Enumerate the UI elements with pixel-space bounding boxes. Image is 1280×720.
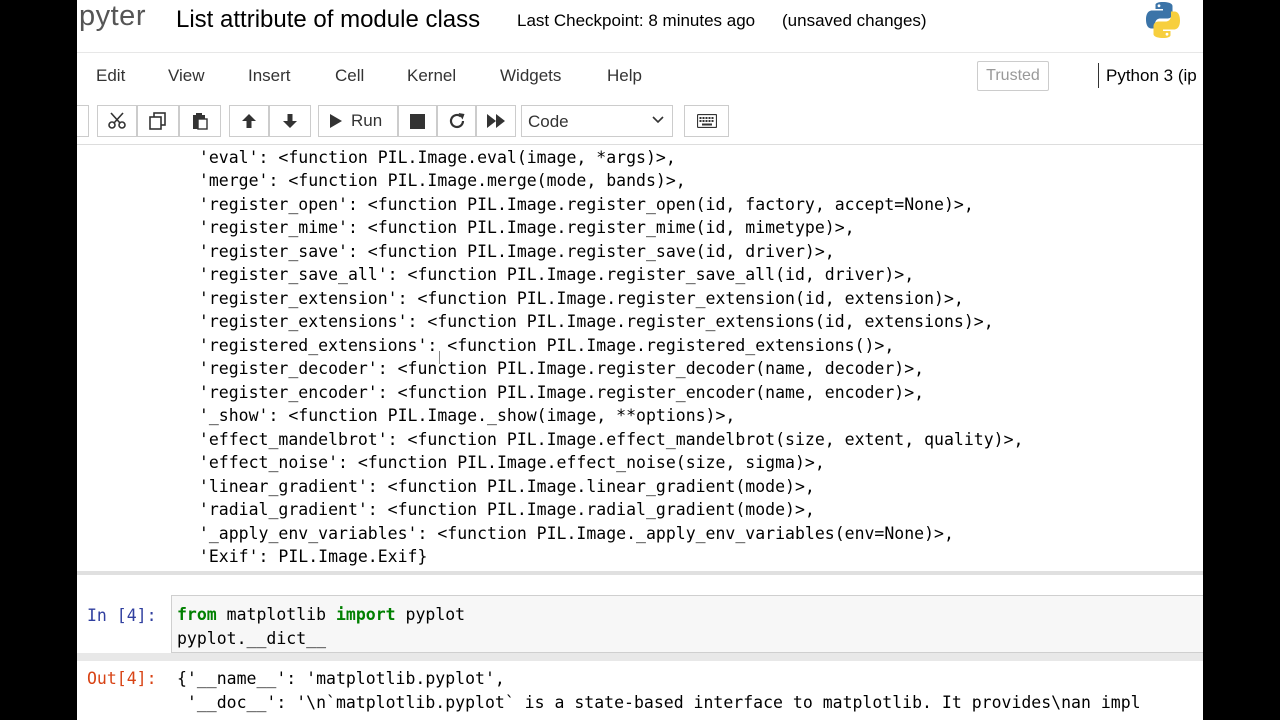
text-cursor xyxy=(439,351,440,364)
command-palette-button[interactable] xyxy=(684,105,729,137)
unsaved-changes: (unsaved changes) xyxy=(782,11,927,30)
restart-run-all-button[interactable] xyxy=(476,105,516,137)
output-line: 'eval': <function PIL.Image.eval(image, … xyxy=(189,148,676,167)
output-line: '__doc__': '\n`matplotlib.pyplot` is a s… xyxy=(177,693,1141,712)
restart-icon xyxy=(449,113,464,129)
output-line: 'effect_noise': <function PIL.Image.effe… xyxy=(189,453,825,472)
output-line: 'register_extension': <function PIL.Imag… xyxy=(189,289,964,308)
move-down-button[interactable] xyxy=(269,105,311,137)
paste-icon xyxy=(193,113,208,130)
menu-kernel[interactable]: Kernel xyxy=(407,66,456,86)
header: pyter List attribute of module class Las… xyxy=(77,0,1203,52)
move-up-button[interactable] xyxy=(229,105,269,137)
run-icon xyxy=(330,114,342,128)
notebook-area[interactable]: 'eval': <function PIL.Image.eval(image, … xyxy=(77,145,1203,720)
copy-icon xyxy=(149,112,166,130)
output-line: 'register_open': <function PIL.Image.reg… xyxy=(189,195,974,214)
code-line: from matplotlib import pyplot xyxy=(177,605,465,624)
save-button[interactable] xyxy=(77,105,89,137)
notebook-title[interactable]: List attribute of module class xyxy=(176,6,480,34)
cell-shadow xyxy=(77,653,1203,661)
keyboard-icon xyxy=(696,114,717,128)
menu-view[interactable]: View xyxy=(168,66,205,86)
chevron-down-icon xyxy=(652,116,664,124)
code-line: pyplot.__dict__ xyxy=(177,629,327,648)
code-editor[interactable]: from matplotlib import pyplot pyplot.__d… xyxy=(171,595,1203,653)
toolbar: Run Code xyxy=(77,98,1203,145)
output-line: 'register_save': <function PIL.Image.reg… xyxy=(189,242,835,261)
cell-type-value: Code xyxy=(528,112,569,131)
code-text: matplotlib xyxy=(216,605,336,624)
python-logo-icon xyxy=(1146,2,1180,38)
menubar: Edit View Insert Cell Kernel Widgets Hel… xyxy=(77,52,1203,99)
output-line: 'linear_gradient': <function PIL.Image.l… xyxy=(189,477,815,496)
menu-widgets[interactable]: Widgets xyxy=(500,66,561,86)
jupyter-window: pyter List attribute of module class Las… xyxy=(77,0,1203,720)
move-down-icon xyxy=(283,114,297,128)
menu-insert[interactable]: Insert xyxy=(248,66,291,86)
menu-edit[interactable]: Edit xyxy=(96,66,125,86)
kernel-indicator[interactable]: Python 3 (ip xyxy=(1106,66,1197,86)
jupyter-logo[interactable]: pyter xyxy=(79,0,146,33)
output-cell: Out[4]: {'__name__': 'matplotlib.pyplot'… xyxy=(77,661,1203,720)
output-line: 'register_encoder': <function PIL.Image.… xyxy=(189,383,925,402)
output-line: {'__name__': 'matplotlib.pyplot', xyxy=(177,669,505,688)
copy-button[interactable] xyxy=(137,105,179,137)
input-prompt: In [4]: xyxy=(87,606,157,625)
previous-output: 'eval': <function PIL.Image.eval(image, … xyxy=(77,145,1203,575)
output-line: 'radial_gradient': <function PIL.Image.r… xyxy=(189,500,815,519)
code-cell[interactable]: In [4]: from matplotlib import pyplot py… xyxy=(77,595,1203,653)
run-label: Run xyxy=(351,111,383,130)
output-line: 'effect_mandelbrot': <function PIL.Image… xyxy=(189,430,1024,449)
cut-icon xyxy=(108,112,126,129)
cell-gap xyxy=(77,575,1203,595)
output-prompt: Out[4]: xyxy=(87,669,157,688)
kernel-divider xyxy=(1098,63,1099,88)
keyword: import xyxy=(335,605,396,624)
output-line: 'register_mime': <function PIL.Image.reg… xyxy=(189,218,855,237)
cut-button[interactable] xyxy=(97,105,137,137)
stop-icon xyxy=(410,113,425,129)
output-line: 'register_decoder': <function PIL.Image.… xyxy=(189,359,925,378)
output-line: 'register_save_all': <function PIL.Image… xyxy=(189,265,915,284)
output-line: 'registered_extensions': <function PIL.I… xyxy=(189,336,895,355)
keyword: from xyxy=(177,605,217,624)
trusted-badge[interactable]: Trusted xyxy=(977,61,1049,91)
cell-type-select[interactable]: Code xyxy=(521,105,673,137)
output-line: 'merge': <function PIL.Image.merge(mode,… xyxy=(189,171,686,190)
output-line: '_apply_env_variables': <function PIL.Im… xyxy=(189,524,954,543)
menu-cell[interactable]: Cell xyxy=(335,66,364,86)
output-line: 'Exif': PIL.Image.Exif} xyxy=(189,547,428,566)
run-button[interactable]: Run xyxy=(318,105,398,137)
last-checkpoint: Last Checkpoint: 8 minutes ago xyxy=(517,11,756,30)
restart-button[interactable] xyxy=(437,105,476,137)
interrupt-button[interactable] xyxy=(398,105,437,137)
paste-button[interactable] xyxy=(179,105,221,137)
move-up-icon xyxy=(242,114,256,128)
output-line: 'register_extensions': <function PIL.Ima… xyxy=(189,312,994,331)
menu-help[interactable]: Help xyxy=(607,66,642,86)
fast-forward-icon xyxy=(487,114,505,128)
code-text: pyplot xyxy=(395,605,466,624)
output-line: '_show': <function PIL.Image._show(image… xyxy=(189,406,736,425)
